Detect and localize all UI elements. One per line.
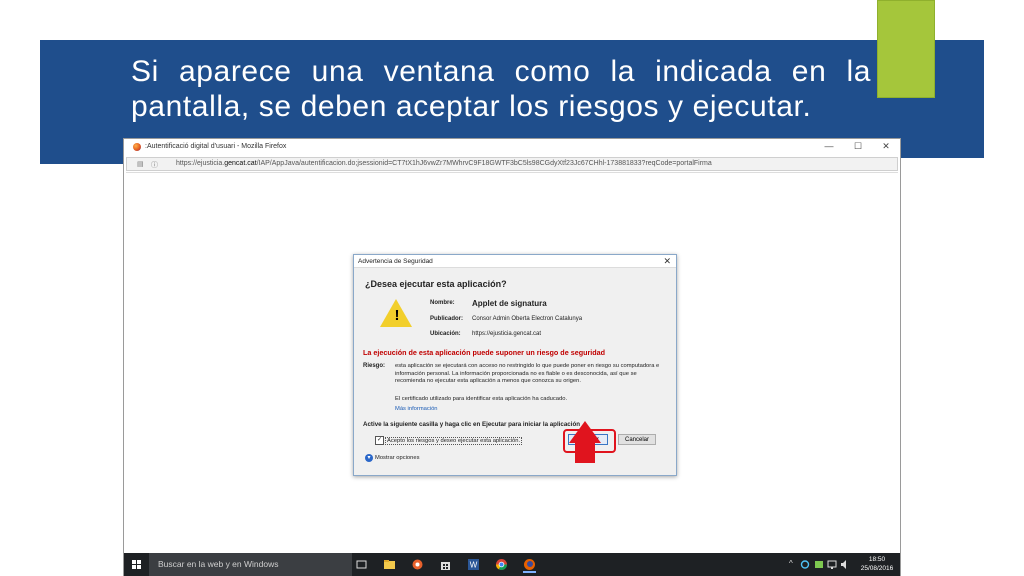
firefox-icon <box>133 143 141 151</box>
instruction-text: Active la siguiente casilla y haga clic … <box>363 421 581 428</box>
cancel-button[interactable]: Cancelar <box>618 434 656 445</box>
chrome-icon[interactable] <box>495 558 508 571</box>
location-value: https://ejusticia.gencat.cat <box>472 331 542 337</box>
dialog-question: ¿Desea ejecutar esta aplicación? <box>365 279 507 289</box>
app-orange-icon[interactable] <box>411 558 424 571</box>
windows-start-icon[interactable] <box>132 560 142 570</box>
red-arrow-head <box>569 421 601 443</box>
tray-chevron-icon[interactable]: ^ <box>789 559 793 568</box>
publisher-value: Consor Admin Oberta Electron Catalunya <box>472 316 583 322</box>
browser-content: Advertencia de Seguridad ✕ ¿Desea ejecut… <box>126 172 898 549</box>
windows-taskbar: Buscar en la web y en Windows W ^ 18:50 … <box>124 553 900 576</box>
publisher-label: Publicador: <box>430 316 464 322</box>
bag-icon: ▤ <box>137 161 144 168</box>
red-arrow-shaft <box>575 441 595 463</box>
risk-label: Riesgo: <box>363 363 386 369</box>
tray-app-icon[interactable] <box>800 558 810 571</box>
close-window-button[interactable]: ✕ <box>876 141 896 152</box>
accept-risk-label[interactable]: Acepto los riesgos y deseo ejecutar esta… <box>385 437 523 445</box>
accept-risk-checkbox[interactable]: ✓ <box>375 436 384 445</box>
file-explorer-icon[interactable] <box>383 558 396 571</box>
task-view-icon[interactable] <box>355 558 368 571</box>
browser-window-title: :Autentificació digital d'usuari - Mozil… <box>145 143 287 150</box>
warning-exclamation-icon: ! <box>394 307 400 324</box>
taskbar-clock[interactable]: 18:50 25/08/2016 <box>856 555 898 573</box>
clock-time: 18:50 <box>868 556 886 563</box>
maximize-button[interactable]: ☐ <box>848 141 868 152</box>
location-label: Ubicación: <box>430 331 461 337</box>
svg-text:W: W <box>470 561 478 570</box>
show-options-icon[interactable]: ▾ <box>365 454 373 462</box>
slide-title: Si aparece una ventana como la indicada … <box>131 55 871 123</box>
name-value: Applet de signatura <box>472 299 547 308</box>
store-icon[interactable] <box>439 558 452 571</box>
tray-sync-icon[interactable] <box>814 558 824 571</box>
name-label: Nombre: <box>430 300 455 306</box>
risk-description: esta aplicación se ejecutará con acceso … <box>395 363 660 384</box>
slide-accent-block <box>877 0 935 98</box>
browser-titlebar: :Autentificació digital d'usuari - Mozil… <box>124 139 900 156</box>
clock-date: 25/08/2016 <box>860 565 894 572</box>
security-warning-dialog: Advertencia de Seguridad ✕ ¿Desea ejecut… <box>353 254 677 476</box>
word-icon[interactable]: W <box>467 558 480 571</box>
browser-screenshot: :Autentificació digital d'usuari - Mozil… <box>123 138 901 576</box>
dialog-close-icon[interactable]: ✕ <box>663 256 671 267</box>
more-info-link[interactable]: Más información <box>395 406 438 412</box>
risk-warning-title: La ejecución de esta aplicación puede su… <box>363 348 606 357</box>
info-icon[interactable]: ⓘ <box>151 160 158 170</box>
taskbar-search-box[interactable]: Buscar en la web y en Windows <box>149 553 352 576</box>
network-icon[interactable] <box>827 558 837 571</box>
url-text[interactable]: https://ejusticia.gencat.cat/IAP/AppJava… <box>176 160 712 167</box>
show-options-link[interactable]: Mostrar opciones <box>375 455 419 461</box>
firefox-taskbar-icon[interactable] <box>523 558 536 573</box>
address-bar[interactable]: ▤ ⓘ https://ejusticia.gencat.cat/IAP/App… <box>126 157 898 171</box>
dialog-titlebar: Advertencia de Seguridad ✕ <box>354 255 676 268</box>
minimize-button[interactable]: — <box>819 141 839 151</box>
volume-icon[interactable] <box>840 558 850 571</box>
certificate-notice: El certificado utilizado para identifica… <box>395 396 568 402</box>
dialog-title: Advertencia de Seguridad <box>358 258 433 265</box>
